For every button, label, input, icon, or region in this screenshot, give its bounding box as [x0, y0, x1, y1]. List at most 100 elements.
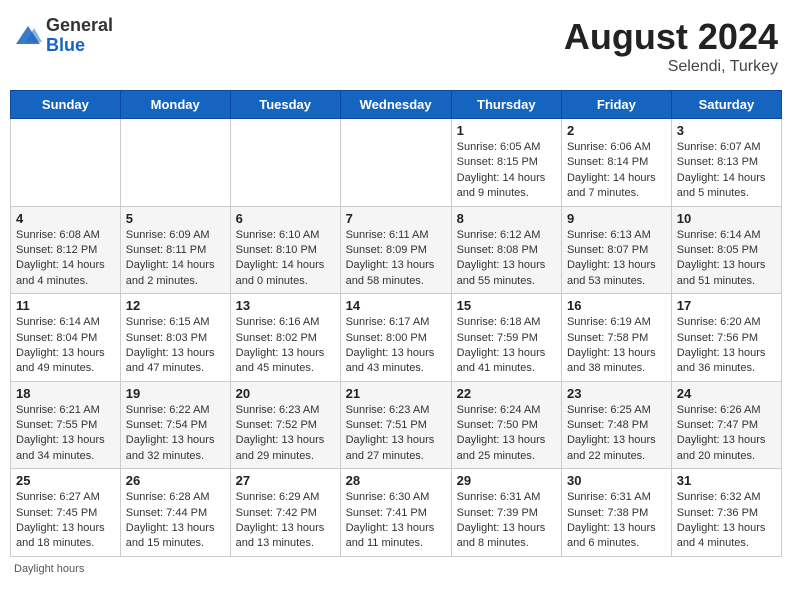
day-info: Sunrise: 6:10 AM Sunset: 8:10 PM Dayligh…	[236, 228, 335, 290]
calendar-week-4: 18 Sunrise: 6:21 AM Sunset: 7:55 PM Dayli…	[11, 381, 782, 469]
month-year: August 2024	[564, 16, 778, 58]
day-info: Sunrise: 6:23 AM Sunset: 7:51 PM Dayligh…	[346, 403, 446, 465]
calendar-week-2: 4 Sunrise: 6:08 AM Sunset: 8:12 PM Daylig…	[11, 206, 782, 294]
day-number: 24	[677, 386, 776, 401]
calendar-table: SundayMondayTuesdayWednesdayThursdayFrid…	[10, 90, 782, 557]
day-info: Sunrise: 6:21 AM Sunset: 7:55 PM Dayligh…	[16, 403, 115, 465]
weekday-header-thursday: Thursday	[451, 91, 561, 119]
day-number: 7	[346, 211, 446, 226]
day-number: 14	[346, 298, 446, 313]
calendar-cell: 12 Sunrise: 6:15 AM Sunset: 8:03 PM Dayli…	[120, 294, 230, 382]
location: Selendi, Turkey	[564, 58, 778, 76]
day-number: 26	[126, 473, 225, 488]
day-number: 20	[236, 386, 335, 401]
calendar-cell: 31Sunrise: 6:32 AM Sunset: 7:36 PM Dayli…	[671, 469, 781, 557]
day-number: 4	[16, 211, 115, 226]
calendar-cell: 10 Sunrise: 6:14 AM Sunset: 8:05 PM Dayli…	[671, 206, 781, 294]
day-info: Sunrise: 6:18 AM Sunset: 7:59 PM Dayligh…	[457, 315, 556, 377]
day-number: 25	[16, 473, 115, 488]
calendar-cell: 7 Sunrise: 6:11 AM Sunset: 8:09 PM Daylig…	[340, 206, 451, 294]
day-number: 10	[677, 211, 776, 226]
calendar-cell	[340, 119, 451, 207]
day-info: Sunrise: 6:08 AM Sunset: 8:12 PM Dayligh…	[16, 228, 115, 290]
calendar-cell: 5 Sunrise: 6:09 AM Sunset: 8:11 PM Daylig…	[120, 206, 230, 294]
day-info: Sunrise: 6:11 AM Sunset: 8:09 PM Dayligh…	[346, 228, 446, 290]
footer-text: Daylight hours	[14, 563, 84, 575]
calendar-cell: 13Sunrise: 6:16 AM Sunset: 8:02 PM Dayli…	[230, 294, 340, 382]
calendar-cell: 8 Sunrise: 6:12 AM Sunset: 8:08 PM Daylig…	[451, 206, 561, 294]
day-number: 9	[567, 211, 666, 226]
calendar-week-3: 11Sunrise: 6:14 AM Sunset: 8:04 PM Dayli…	[11, 294, 782, 382]
weekday-header-monday: Monday	[120, 91, 230, 119]
calendar-cell: 20Sunrise: 6:23 AM Sunset: 7:52 PM Dayli…	[230, 381, 340, 469]
day-number: 19	[126, 386, 225, 401]
day-info: Sunrise: 6:07 AM Sunset: 8:13 PM Dayligh…	[677, 140, 776, 202]
calendar-cell: 23 Sunrise: 6:25 AM Sunset: 7:48 PM Dayli…	[561, 381, 671, 469]
day-number: 5	[126, 211, 225, 226]
day-number: 18	[16, 386, 115, 401]
logo-general: General	[46, 16, 113, 36]
logo: General Blue	[14, 16, 113, 56]
day-info: Sunrise: 6:15 AM Sunset: 8:03 PM Dayligh…	[126, 315, 225, 377]
day-info: Sunrise: 6:24 AM Sunset: 7:50 PM Dayligh…	[457, 403, 556, 465]
day-number: 1	[457, 123, 556, 138]
day-info: Sunrise: 6:28 AM Sunset: 7:44 PM Dayligh…	[126, 490, 225, 552]
weekday-header-saturday: Saturday	[671, 91, 781, 119]
calendar-cell: 14Sunrise: 6:17 AM Sunset: 8:00 PM Dayli…	[340, 294, 451, 382]
day-number: 6	[236, 211, 335, 226]
day-info: Sunrise: 6:20 AM Sunset: 7:56 PM Dayligh…	[677, 315, 776, 377]
calendar-cell: 26 Sunrise: 6:28 AM Sunset: 7:44 PM Dayli…	[120, 469, 230, 557]
day-info: Sunrise: 6:31 AM Sunset: 7:39 PM Dayligh…	[457, 490, 556, 552]
calendar-cell: 1 Sunrise: 6:05 AM Sunset: 8:15 PM Daylig…	[451, 119, 561, 207]
calendar-cell	[230, 119, 340, 207]
calendar-cell: 25 Sunrise: 6:27 AM Sunset: 7:45 PM Dayli…	[11, 469, 121, 557]
day-info: Sunrise: 6:13 AM Sunset: 8:07 PM Dayligh…	[567, 228, 666, 290]
day-info: Sunrise: 6:12 AM Sunset: 8:08 PM Dayligh…	[457, 228, 556, 290]
day-number: 2	[567, 123, 666, 138]
calendar-cell: 21Sunrise: 6:23 AM Sunset: 7:51 PM Dayli…	[340, 381, 451, 469]
calendar-cell: 9 Sunrise: 6:13 AM Sunset: 8:07 PM Daylig…	[561, 206, 671, 294]
day-info: Sunrise: 6:14 AM Sunset: 8:05 PM Dayligh…	[677, 228, 776, 290]
calendar-cell: 18 Sunrise: 6:21 AM Sunset: 7:55 PM Dayli…	[11, 381, 121, 469]
day-info: Sunrise: 6:29 AM Sunset: 7:42 PM Dayligh…	[236, 490, 335, 552]
day-number: 30	[567, 473, 666, 488]
day-info: Sunrise: 6:06 AM Sunset: 8:14 PM Dayligh…	[567, 140, 666, 202]
day-info: Sunrise: 6:05 AM Sunset: 8:15 PM Dayligh…	[457, 140, 556, 202]
title-block: August 2024 Selendi, Turkey	[564, 16, 778, 76]
day-info: Sunrise: 6:19 AM Sunset: 7:58 PM Dayligh…	[567, 315, 666, 377]
day-number: 8	[457, 211, 556, 226]
weekday-header-sunday: Sunday	[11, 91, 121, 119]
calendar-week-1: 1 Sunrise: 6:05 AM Sunset: 8:15 PM Daylig…	[11, 119, 782, 207]
day-number: 22	[457, 386, 556, 401]
calendar-cell: 27Sunrise: 6:29 AM Sunset: 7:42 PM Dayli…	[230, 469, 340, 557]
calendar-cell: 29 Sunrise: 6:31 AM Sunset: 7:39 PM Dayli…	[451, 469, 561, 557]
calendar-cell: 2 Sunrise: 6:06 AM Sunset: 8:14 PM Daylig…	[561, 119, 671, 207]
day-number: 29	[457, 473, 556, 488]
day-info: Sunrise: 6:27 AM Sunset: 7:45 PM Dayligh…	[16, 490, 115, 552]
weekday-header-wednesday: Wednesday	[340, 91, 451, 119]
day-info: Sunrise: 6:14 AM Sunset: 8:04 PM Dayligh…	[16, 315, 115, 377]
calendar-cell: 17Sunrise: 6:20 AM Sunset: 7:56 PM Dayli…	[671, 294, 781, 382]
day-number: 28	[346, 473, 446, 488]
day-info: Sunrise: 6:30 AM Sunset: 7:41 PM Dayligh…	[346, 490, 446, 552]
day-number: 31	[677, 473, 776, 488]
calendar-cell: 22 Sunrise: 6:24 AM Sunset: 7:50 PM Dayli…	[451, 381, 561, 469]
calendar-cell: 28 Sunrise: 6:30 AM Sunset: 7:41 PM Dayli…	[340, 469, 451, 557]
logo-text: General Blue	[46, 16, 113, 56]
calendar-cell: 3 Sunrise: 6:07 AM Sunset: 8:13 PM Daylig…	[671, 119, 781, 207]
calendar-cell: 4 Sunrise: 6:08 AM Sunset: 8:12 PM Daylig…	[11, 206, 121, 294]
calendar-cell: 30 Sunrise: 6:31 AM Sunset: 7:38 PM Dayli…	[561, 469, 671, 557]
day-number: 12	[126, 298, 225, 313]
day-info: Sunrise: 6:09 AM Sunset: 8:11 PM Dayligh…	[126, 228, 225, 290]
calendar-cell: 19Sunrise: 6:22 AM Sunset: 7:54 PM Dayli…	[120, 381, 230, 469]
calendar-cell: 24Sunrise: 6:26 AM Sunset: 7:47 PM Dayli…	[671, 381, 781, 469]
weekday-header-friday: Friday	[561, 91, 671, 119]
day-number: 23	[567, 386, 666, 401]
day-info: Sunrise: 6:25 AM Sunset: 7:48 PM Dayligh…	[567, 403, 666, 465]
calendar-cell: 11Sunrise: 6:14 AM Sunset: 8:04 PM Dayli…	[11, 294, 121, 382]
weekday-header-row: SundayMondayTuesdayWednesdayThursdayFrid…	[11, 91, 782, 119]
calendar-cell	[11, 119, 121, 207]
day-info: Sunrise: 6:31 AM Sunset: 7:38 PM Dayligh…	[567, 490, 666, 552]
calendar-week-5: 25 Sunrise: 6:27 AM Sunset: 7:45 PM Dayli…	[11, 469, 782, 557]
day-number: 3	[677, 123, 776, 138]
